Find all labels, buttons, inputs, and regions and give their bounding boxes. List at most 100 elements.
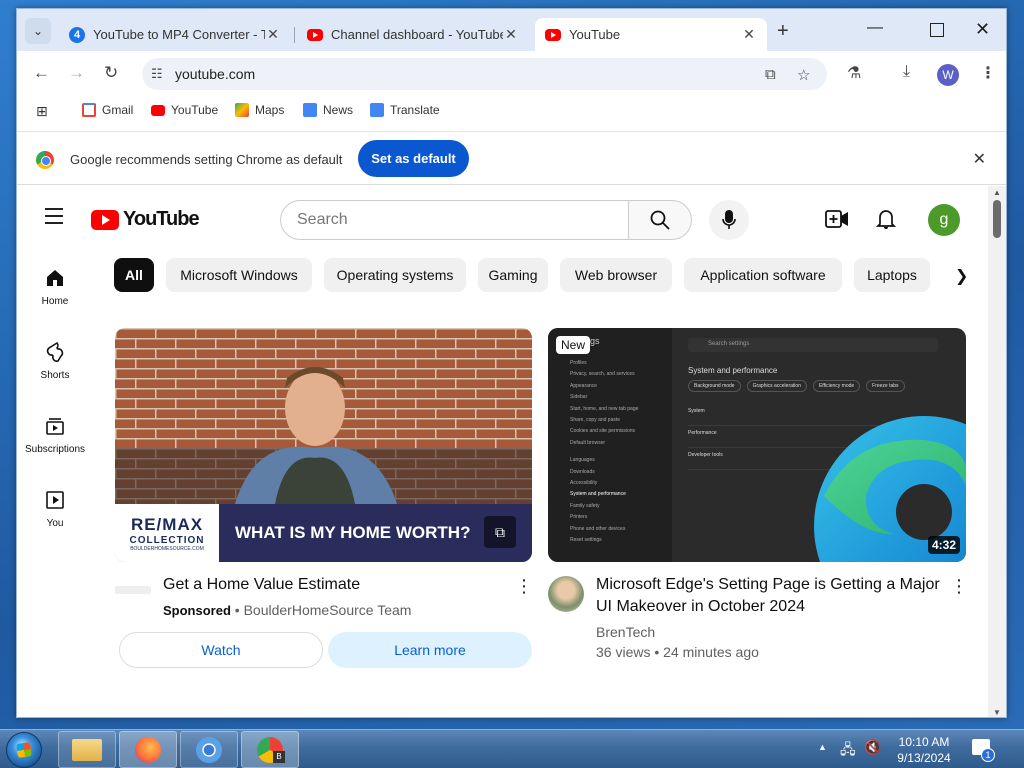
channel-name[interactable]: BrenTech [596,622,655,642]
taskbar-chrome-profile[interactable]: B [241,731,299,768]
scroll-up-icon[interactable]: ▲ [993,188,1001,197]
channel-avatar[interactable] [548,576,584,612]
chevron-right-icon[interactable]: ❯ [955,266,968,286]
tab-converter[interactable]: 4 YouTube to MP4 Converter - Tu ✕ [59,18,291,51]
windows-taskbar: B ▲ 🖧 🔇 10:10 AM 9/13/2024 1 [0,729,1024,768]
account-avatar[interactable]: g [928,204,960,236]
chip-web-browser[interactable]: Web browser [560,258,672,292]
more-vert-icon[interactable]: ⋮ [950,576,968,597]
chip-laptops[interactable]: Laptops [854,258,930,292]
sidenav-you[interactable]: You [17,490,93,529]
advertiser-name[interactable]: BoulderHomeSource Team [244,602,412,618]
video-title-line2: UI Makeover in October 2024 [596,598,805,615]
youtube-logo-text: YouTube [123,208,200,230]
external-link-icon[interactable]: ⧉ [484,516,516,548]
create-video-icon[interactable] [825,209,849,229]
ad-card: RE/MAX COLLECTION BOULDERHOMESOURCE.COM … [115,328,533,618]
hamburger-menu-icon[interactable] [45,208,63,229]
chrome-logo-icon [36,151,54,169]
video-title[interactable]: Microsoft Edge's Setting Page is Getting… [596,574,946,618]
apps-grid-icon[interactable]: ⊞ [36,103,48,120]
close-icon[interactable]: ✕ [265,26,281,43]
scroll-down-icon[interactable]: ▼ [993,708,1001,717]
minimize-button[interactable]: — [867,19,883,37]
bookmark-news[interactable]: News [303,103,353,117]
chip-application-software[interactable]: Application software [684,258,842,292]
more-menu-icon[interactable]: ⋮ [980,63,996,83]
install-app-icon[interactable]: ⧉ [765,66,776,83]
settings-title-fragment: gs [590,336,600,346]
search-button[interactable] [628,200,692,240]
youtube-favicon [307,28,323,41]
ad-thumbnail[interactable]: RE/MAX COLLECTION BOULDERHOMESOURCE.COM … [115,328,532,562]
bookmark-star-icon[interactable]: ☆ [797,66,810,84]
bookmark-maps[interactable]: Maps [235,103,284,117]
default-browser-infobar: Google recommends setting Chrome as defa… [17,131,1006,185]
bookmark-gmail[interactable]: Gmail [82,103,133,117]
tab-search-button[interactable]: ⌄ [25,18,51,44]
notifications-bell-icon[interactable] [876,208,896,230]
reload-icon[interactable]: ↻ [104,63,118,83]
start-button[interactable] [6,732,42,768]
new-tab-button[interactable]: + [777,20,789,43]
profile-avatar[interactable]: W [937,64,959,86]
volume-muted-icon[interactable]: 🔇 [864,739,881,756]
upload-age: 24 minutes ago [663,644,759,660]
tab-separator [294,27,295,43]
maximize-button[interactable] [930,23,944,37]
close-icon[interactable]: ✕ [973,149,986,169]
site-info-icon[interactable]: ☷ [151,66,163,82]
chip-all[interactable]: All [114,258,154,292]
chip-gaming[interactable]: Gaming [478,258,548,292]
settings-menu-item: Cookies and site permissions [570,428,636,435]
page-scrollbar[interactable]: ▲ ▼ [988,186,1006,717]
close-window-button[interactable]: ✕ [975,19,990,40]
settings-menu-item: Accessibility [570,480,598,487]
learn-more-button[interactable]: Learn more [328,632,532,668]
close-icon[interactable]: ✕ [503,26,519,43]
bookmark-youtube[interactable]: YouTube [151,103,218,117]
chip-microsoft-windows[interactable]: Microsoft Windows [166,258,312,292]
home-icon [47,270,63,286]
chip-operating-systems[interactable]: Operating systems [324,258,466,292]
youtube-logo[interactable]: YouTube [91,208,200,231]
more-vert-icon[interactable]: ⋮ [515,576,533,597]
sidenav-shorts[interactable]: Shorts [17,342,93,381]
video-thumbnail[interactable]: Profiles Privacy, search, and services App… [548,328,966,562]
taskbar-firefox[interactable] [119,731,177,768]
settings-menu-item: Languages [570,457,595,464]
voice-search-button[interactable] [709,200,749,240]
ad-title[interactable]: Get a Home Value Estimate [163,574,503,596]
subscriptions-icon [46,418,64,435]
tab-youtube[interactable]: YouTube ✕ [535,18,767,51]
settings-chip: Efficiency mode [812,380,861,392]
address-bar[interactable]: ☷ youtube.com ⧉ ☆ [142,58,827,90]
sidenav-home[interactable]: Home [17,268,93,307]
forward-icon[interactable]: → [68,63,85,83]
watch-button[interactable]: Watch [119,632,323,668]
download-icon[interactable]: ⤓ [903,63,910,81]
taskbar-file-explorer[interactable] [58,731,116,768]
settings-menu-item: Family safety [570,502,600,509]
labs-flask-icon[interactable]: ⚗ [847,63,861,83]
system-clock[interactable]: 10:10 AM 9/13/2024 [880,734,968,766]
sidenav-label: Shorts [40,370,70,381]
network-icon[interactable]: 🖧 [840,739,856,763]
scrollbar-thumb[interactable] [993,200,1001,238]
tab-channel-dashboard[interactable]: Channel dashboard - YouTube ✕ [297,18,529,51]
close-icon[interactable]: ✕ [741,26,757,43]
chrome-icon [196,736,222,763]
show-hidden-icons[interactable]: ▲ [818,742,827,752]
sidenav-subscriptions[interactable]: Subscriptions [17,416,93,455]
view-count: 36 views [596,644,651,660]
search-input[interactable]: Search [280,200,629,240]
tab-badge-icon: 4 [69,26,85,43]
translate-icon [370,103,384,117]
bookmark-label: News [323,103,354,117]
set-as-default-button[interactable]: Set as default [358,140,469,177]
taskbar-chrome[interactable] [180,731,238,768]
bookmark-translate[interactable]: Translate [370,103,440,117]
back-icon[interactable]: ← [33,63,50,83]
settings-menu-item: Start, home, and new tab page [570,405,639,412]
bookmark-label: Gmail [102,103,134,117]
